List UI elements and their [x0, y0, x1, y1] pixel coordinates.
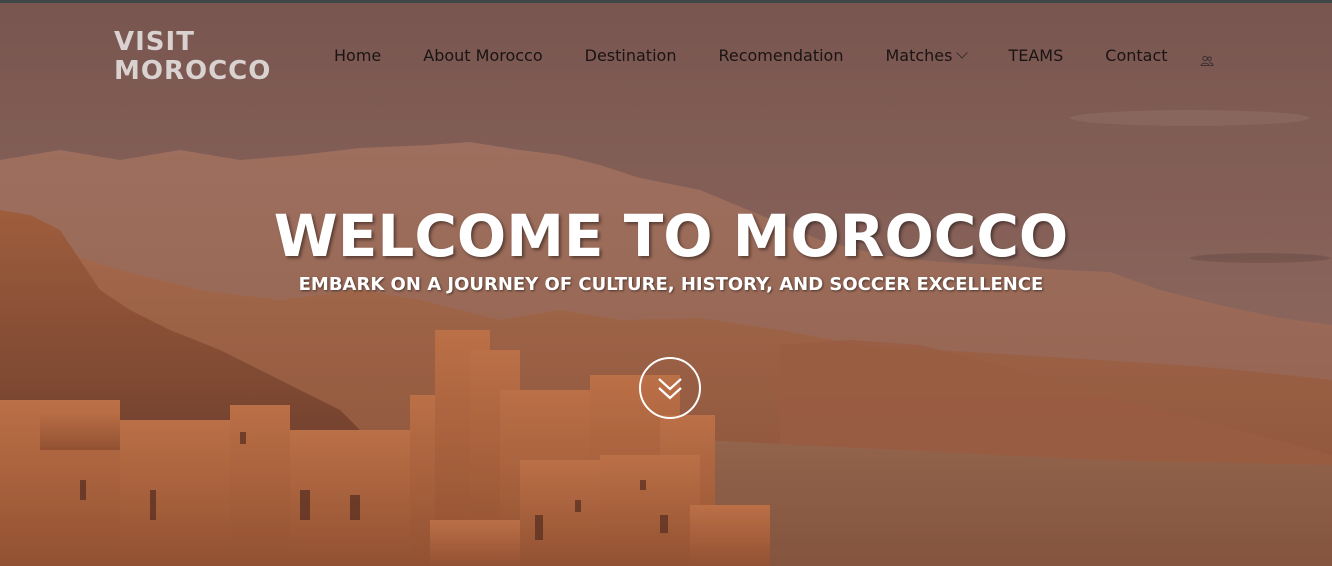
- nav-item-destination: Destination: [585, 46, 677, 66]
- logo-line-2: MOROCCO: [114, 56, 272, 86]
- user-group-icon[interactable]: [1200, 55, 1214, 67]
- scroll-down-button[interactable]: [639, 357, 701, 419]
- double-chevron-down-icon: [658, 378, 682, 400]
- navbar: VISIT MOROCCO Home About Morocco Destina…: [0, 3, 1332, 103]
- nav-link-home[interactable]: Home: [334, 46, 381, 66]
- nav-item-about: About Morocco: [423, 46, 542, 66]
- nav-link-about-morocco[interactable]: About Morocco: [423, 46, 542, 66]
- main-nav: Home About Morocco Destination Recomenda…: [334, 46, 1168, 66]
- nav-link-matches[interactable]: Matches: [885, 46, 969, 66]
- nav-link-destination[interactable]: Destination: [585, 46, 677, 66]
- nav-item-home: Home: [334, 46, 381, 66]
- nav-link-recomendation[interactable]: Recomendation: [718, 46, 843, 66]
- hero-subtitle: EMBARK ON A JOURNEY OF CULTURE, HISTORY,…: [298, 274, 1044, 295]
- page: VISIT MOROCCO Home About Morocco Destina…: [0, 0, 1332, 566]
- nav-item-recomendation: Recomendation: [718, 46, 843, 66]
- nav-link-teams[interactable]: TEAMS: [1008, 46, 1063, 66]
- nav-item-teams: TEAMS: [1008, 46, 1063, 66]
- top-strip: [0, 0, 1332, 3]
- chevron-down-icon: [956, 47, 969, 59]
- nav-item-matches: Matches: [885, 46, 969, 66]
- nav-item-contact: Contact: [1105, 46, 1167, 66]
- hero-title: WELCOME TO MOROCCO: [273, 202, 1069, 270]
- logo-line-1: VISIT: [114, 27, 195, 57]
- site-logo[interactable]: VISIT MOROCCO: [114, 28, 271, 86]
- nav-link-contact[interactable]: Contact: [1105, 46, 1167, 66]
- nav-link-matches-label: Matches: [885, 46, 953, 65]
